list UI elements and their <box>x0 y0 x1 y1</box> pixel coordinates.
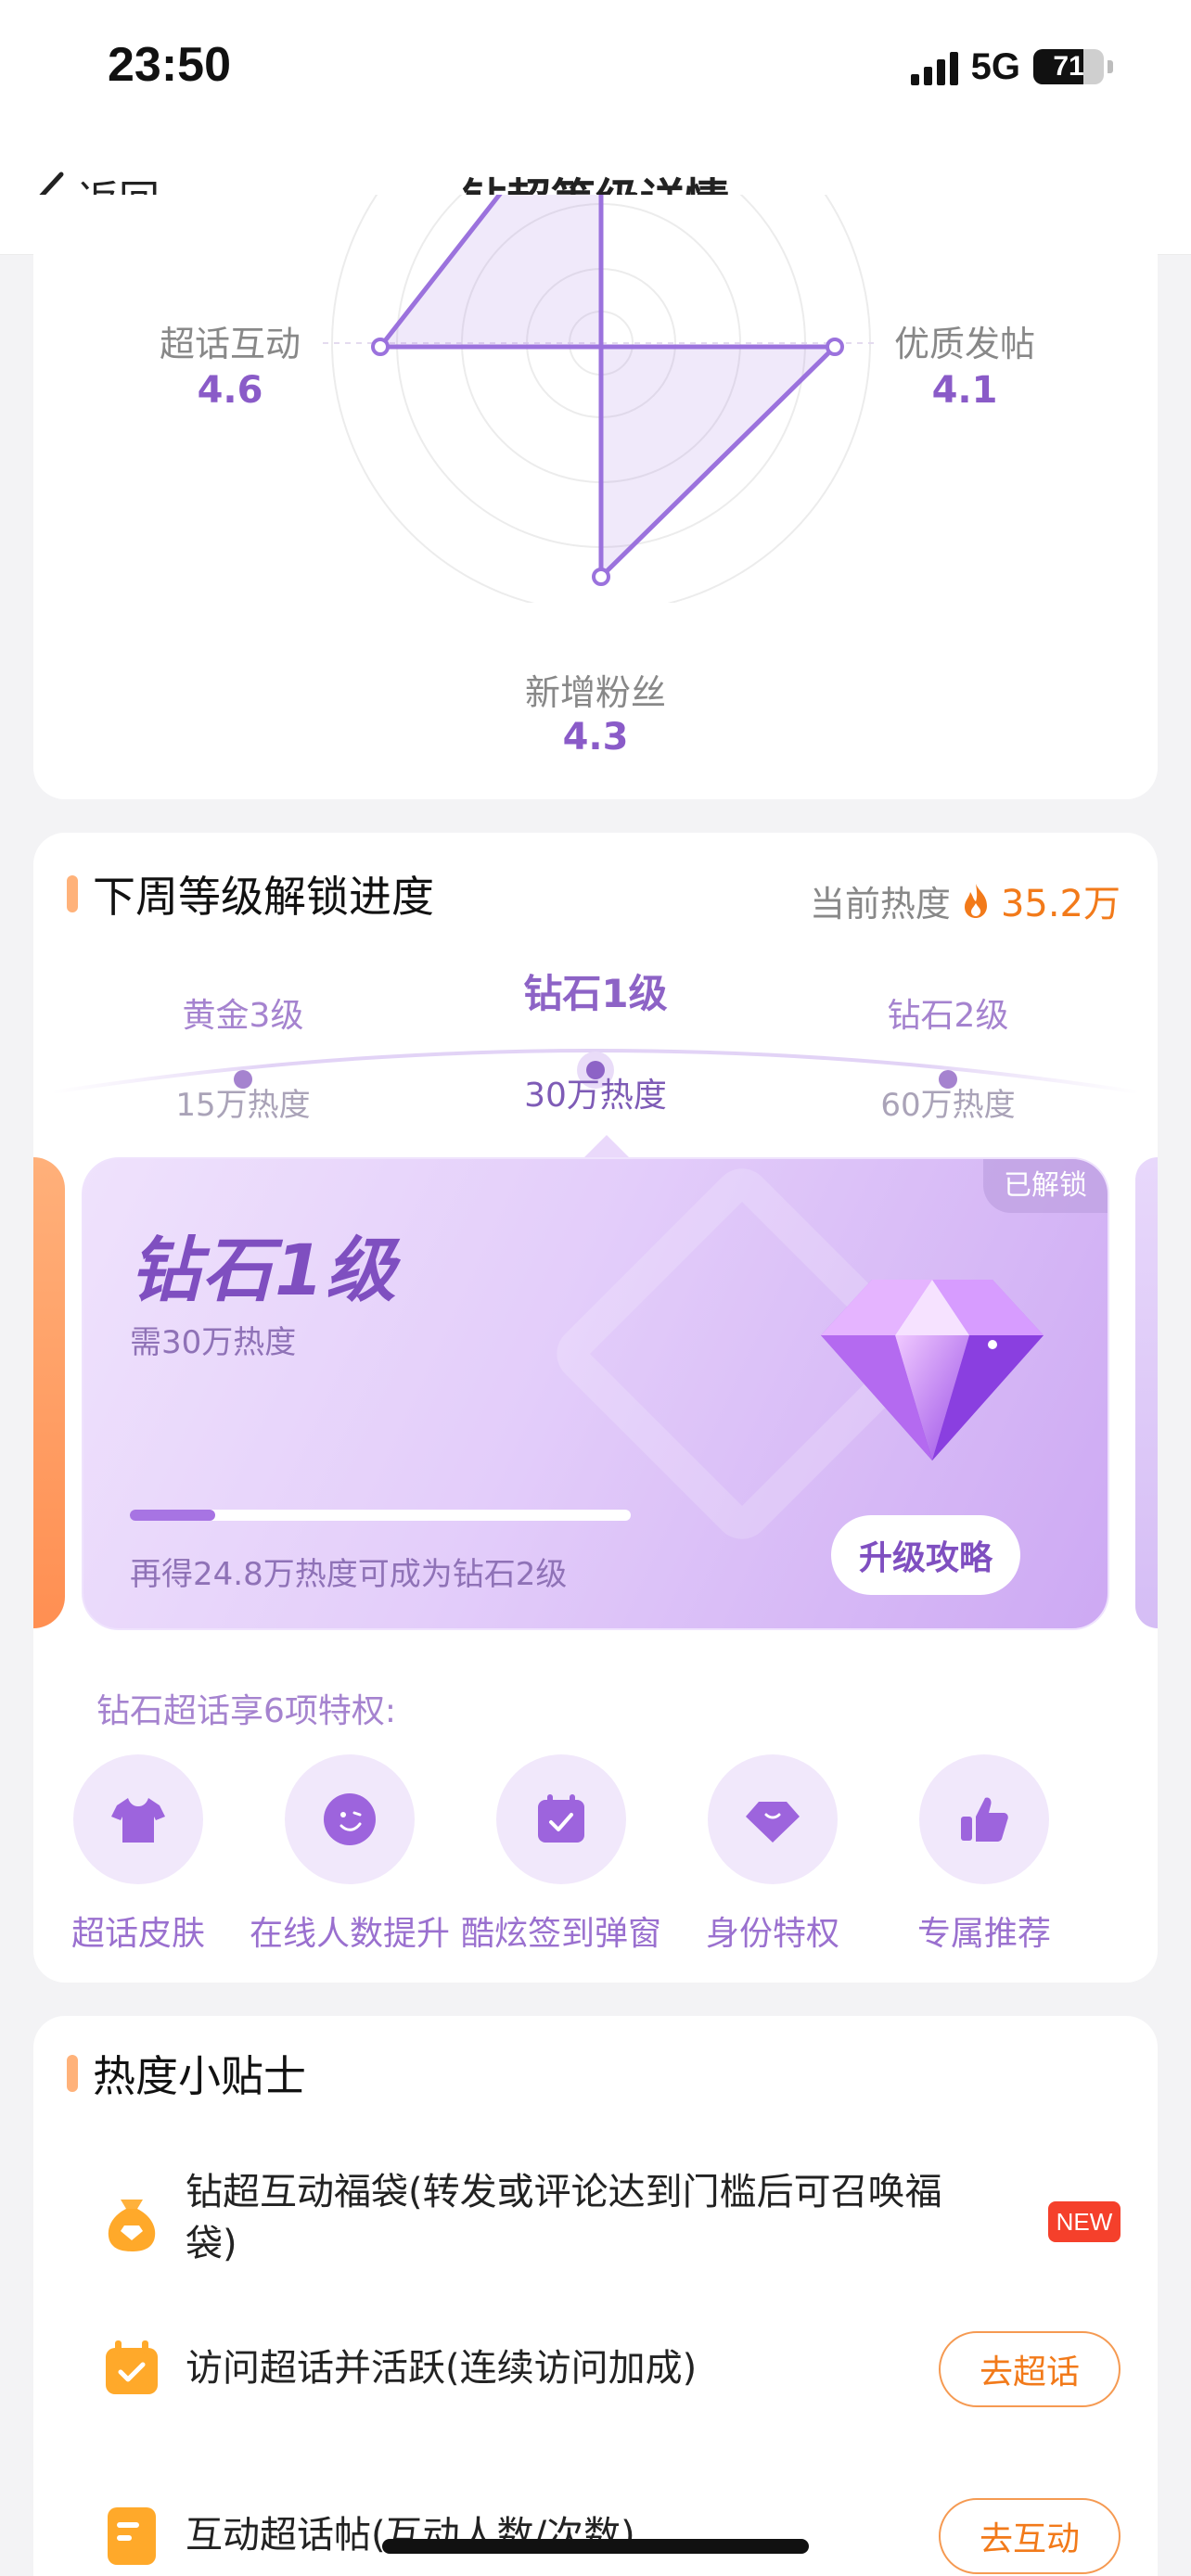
unlocked-badge: 已解锁 <box>983 1159 1108 1213</box>
section-marker <box>67 875 78 912</box>
status-indicators: 5G 71 <box>910 41 1113 93</box>
privilege-item-online[interactable]: 在线人数提升 <box>243 1754 456 1955</box>
section-marker <box>67 2055 78 2092</box>
level-pointer <box>583 1135 631 1159</box>
privilege-label-identity: 身份特权 <box>705 1915 839 1953</box>
new-badge: NEW <box>1048 2201 1121 2242</box>
tip-text-lucky-bag-line1: 钻超互动福袋(转发或评论达到门槛后可召唤福 <box>186 2171 942 2213</box>
network-label: 5G <box>970 45 1020 87</box>
privilege-item-recommend[interactable]: 专属推荐 <box>877 1754 1091 1955</box>
go-supertopic-button[interactable]: 去超话 <box>939 2331 1121 2407</box>
dimension-value-posts: 4.1 <box>931 369 998 412</box>
radar-shape <box>378 195 838 580</box>
tip-row-visit: 访问超话并活跃(连续访问加成) 去超话 <box>33 2322 1158 2415</box>
level-heat-diamond2: 60万热度 <box>880 1087 1016 1124</box>
tip-row-lucky-bag[interactable]: 钻超互动福袋(转发或评论达到门槛后可召唤福 袋) NEW <box>33 2155 1158 2285</box>
dimension-label-posts: 优质发帖 <box>893 324 1035 364</box>
radar-chart <box>323 195 879 603</box>
level-name-diamond1[interactable]: 钻石1级 <box>475 963 716 1019</box>
diamond-icon <box>821 1280 1044 1460</box>
go-interact-button[interactable]: 去互动 <box>939 2498 1121 2574</box>
tip-row-interact: 互动超话帖(互动人数/次数) 去互动 <box>33 2489 1158 2576</box>
radar-point-fans <box>592 567 610 586</box>
level-card-hint: 再得24.8万热度可成为钻石2级 <box>130 1556 568 1593</box>
calendar-check-icon <box>538 1794 584 1843</box>
home-indicator <box>382 2539 809 2554</box>
level-heat-gold3: 15万热度 <box>175 1087 311 1124</box>
next-level-card-peek[interactable] <box>1135 1157 1158 1628</box>
battery-icon: 71 <box>1033 49 1104 84</box>
level-name-diamond2[interactable]: 钻石2级 <box>827 988 1069 1037</box>
level-progress-bar <box>130 1510 631 1521</box>
section-title-text: 下周等级解锁进度 <box>93 872 434 922</box>
shirt-icon <box>111 1798 165 1843</box>
dimension-value-fans: 4.3 <box>562 716 629 759</box>
lucky-bag-icon <box>108 2200 156 2251</box>
dimension-label-fans: 新增粉丝 <box>524 672 666 713</box>
heat-tips-card: 热度小贴士 钻超互动福袋(转发或评论达到门槛后可召唤福 袋) NEW 访问超话并… <box>33 2016 1158 2576</box>
current-heat: 当前热度 35.2万 <box>810 874 1121 927</box>
dimension-label-interaction: 超话互动 <box>159 324 301 364</box>
status-time: 23:50 <box>108 38 231 92</box>
radar-point-posts <box>826 338 844 356</box>
signal-icon <box>910 48 958 85</box>
section-title: 下周等级解锁进度 <box>67 870 434 922</box>
level-card-title: 钻石1级 <box>130 1229 398 1311</box>
upgrade-guide-button[interactable]: 升级攻略 <box>831 1515 1020 1595</box>
privilege-item-skin[interactable]: 超话皮肤 <box>32 1754 245 1955</box>
tips-title-text: 热度小贴士 <box>93 2051 306 2101</box>
level-heat-diamond1: 30万热度 <box>524 1077 667 1115</box>
prev-level-card-peek[interactable] <box>33 1157 65 1628</box>
privilege-label-checkin: 酷炫签到弹窗 <box>460 1915 661 1953</box>
diamond-icon <box>746 1802 800 1843</box>
tips-section-title: 热度小贴士 <box>67 2049 306 2101</box>
calendar-icon <box>106 2340 158 2394</box>
thumbs-up-icon <box>961 1797 1008 1842</box>
level-progress-card: 下周等级解锁进度 当前热度 35.2万 黄金3级 15万热度 钻石1级 30万热… <box>33 833 1158 1983</box>
level-card[interactable]: 已解锁 钻石1级 需30万热度 再得24.8万热度可成为钻石2级 升级攻略 <box>82 1157 1109 1630</box>
privilege-item-checkin[interactable]: 酷炫签到弹窗 <box>455 1754 668 1955</box>
level-name-gold3[interactable]: 黄金3级 <box>122 988 364 1037</box>
battery-tip <box>1108 60 1113 73</box>
dimension-value-interaction: 4.6 <box>197 369 263 412</box>
radar-point-interaction <box>371 338 390 356</box>
flame-icon <box>964 884 987 918</box>
level-card-requirement: 需30万热度 <box>130 1324 297 1361</box>
privileges-title: 钻石超话享6项特权: <box>96 1692 397 1730</box>
battery-percent: 71 <box>1053 51 1084 82</box>
level-progress-fill <box>130 1510 215 1521</box>
privilege-label-recommend: 专属推荐 <box>916 1915 1051 1953</box>
tip-text-lucky-bag-line2: 袋) <box>186 2223 237 2265</box>
radar-card: 超话互动 4.6 优质发帖 4.1 新增粉丝 4.3 <box>33 195 1158 799</box>
face-icon <box>324 1793 376 1845</box>
current-heat-value: 35.2万 <box>1000 883 1121 925</box>
current-heat-label: 当前热度 <box>809 883 951 925</box>
status-bar: 23:50 5G 71 <box>0 0 1191 139</box>
privilege-label-skin: 超话皮肤 <box>70 1915 205 1953</box>
tip-text-visit: 访问超话并活跃(连续访问加成) <box>186 2347 698 2390</box>
privilege-item-identity[interactable]: 身份特权 <box>666 1754 879 1955</box>
privilege-label-online: 在线人数提升 <box>249 1915 450 1953</box>
post-icon <box>108 2507 156 2565</box>
